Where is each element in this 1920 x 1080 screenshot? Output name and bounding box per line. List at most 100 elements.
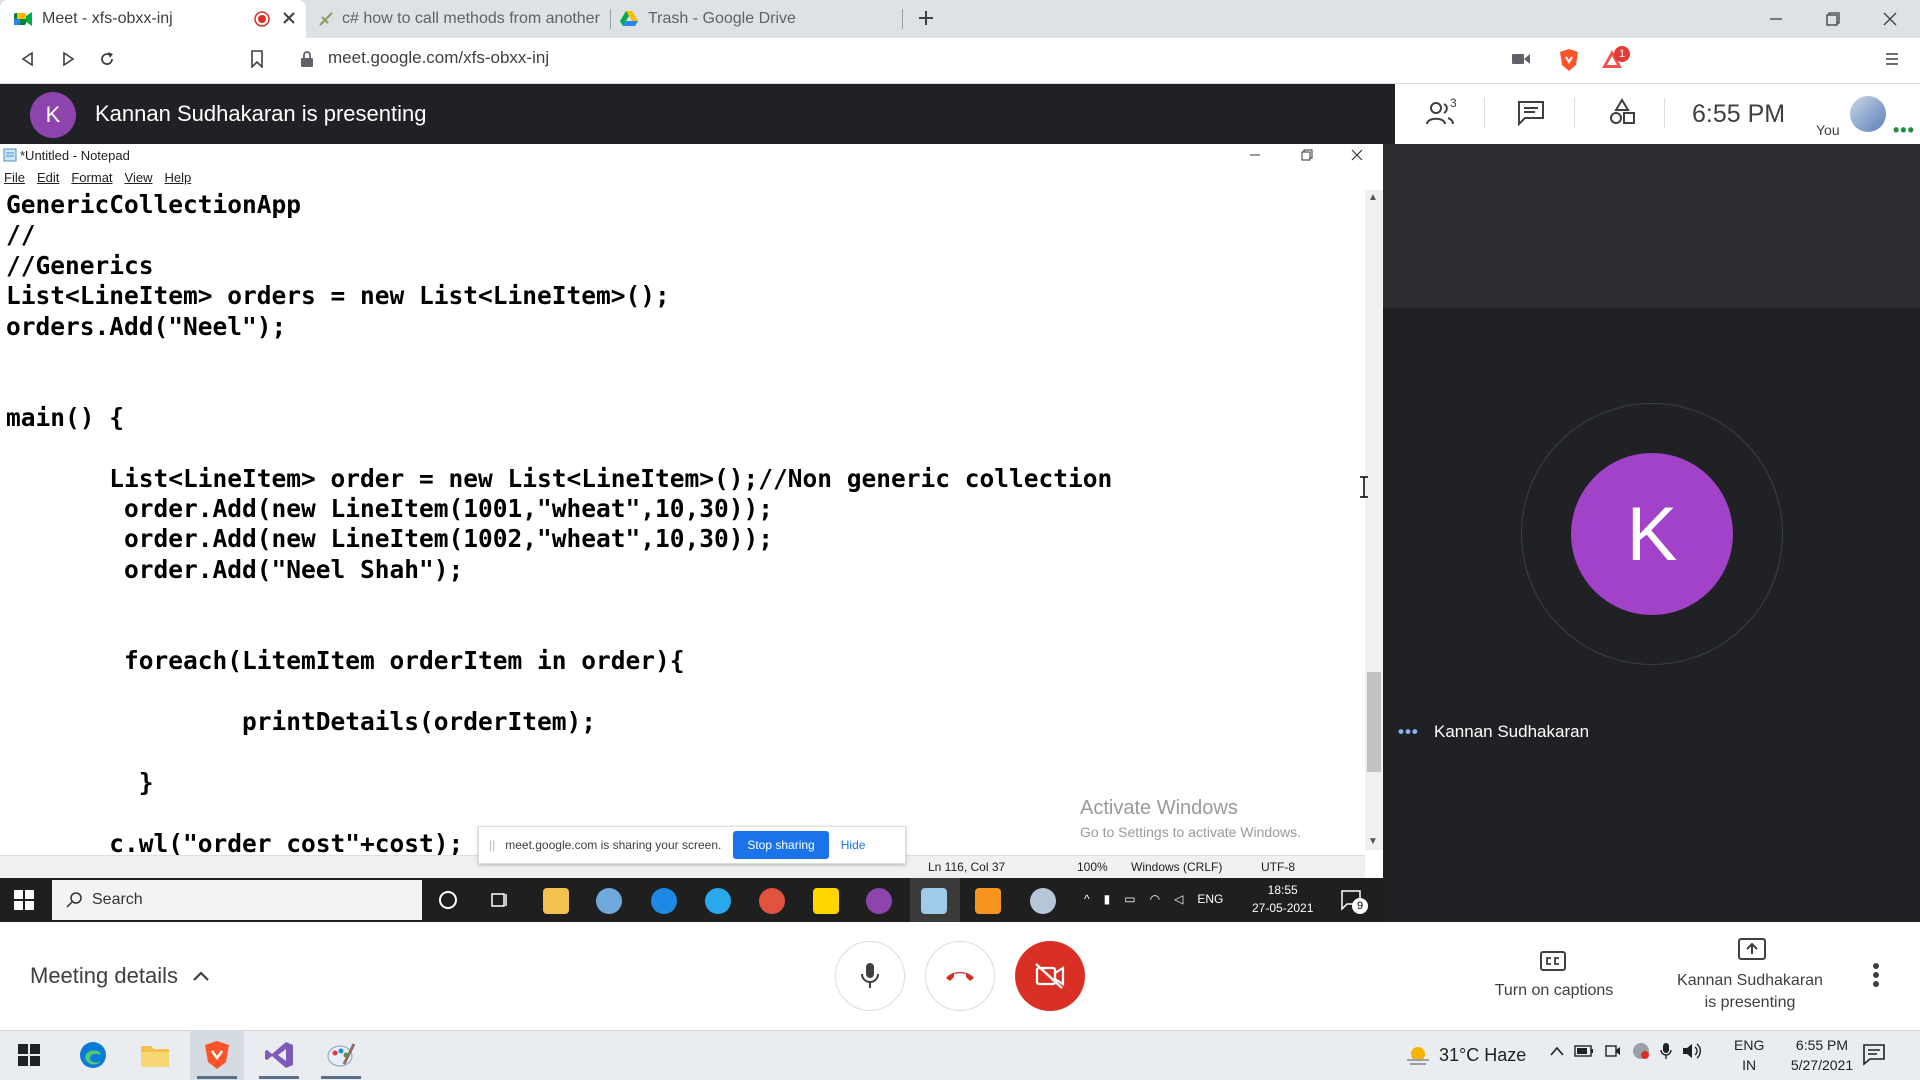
notepad-minimize-icon[interactable] [1248, 148, 1262, 162]
tab-google-drive[interactable]: Trash - Google Drive [612, 0, 902, 38]
close-tab-icon[interactable] [282, 11, 296, 25]
notepad-text-area[interactable]: GenericCollectionApp////Generics List<Lin… [6, 190, 1112, 859]
visual-studio-icon[interactable] [262, 1038, 296, 1072]
self-avatar[interactable] [1850, 96, 1886, 132]
reload-icon[interactable] [98, 50, 116, 68]
chrome-profile-icon[interactable] [866, 888, 892, 914]
edge-icon[interactable] [76, 1038, 110, 1072]
hang-up-icon [944, 969, 976, 983]
forward-icon[interactable] [60, 51, 76, 67]
chrome-tray-icon[interactable] [1632, 1042, 1650, 1060]
recording-icon [254, 11, 270, 27]
more-options-icon[interactable] [1872, 962, 1880, 988]
code-line: order.Add(new LineItem(1001,"wheat",10,3… [6, 494, 774, 524]
menu-format[interactable]: Format [71, 170, 112, 185]
tray-mic-icon[interactable]: ▮ [1104, 892, 1111, 906]
system-clock[interactable]: 6:55 PM 5/27/2021 [1776, 1035, 1868, 1075]
cortana-icon[interactable] [438, 890, 458, 910]
lock-icon[interactable] [300, 50, 314, 68]
drag-handle-icon[interactable]: || [489, 838, 495, 852]
sticky-notes-icon[interactable] [813, 888, 839, 914]
hide-banner-button[interactable]: Hide [841, 838, 866, 852]
remote-search-box[interactable]: Search [52, 880, 422, 920]
minimize-window-icon[interactable] [1748, 0, 1804, 38]
tray-wifi-icon[interactable]: ◠ [1150, 892, 1160, 906]
captions-button[interactable]: Turn on captions [1480, 982, 1628, 1000]
input-language[interactable]: ENG IN [1734, 1035, 1764, 1075]
bookmark-icon[interactable] [250, 50, 264, 68]
running-indicator [259, 1076, 299, 1079]
stop-sharing-button[interactable]: Stop sharing [733, 831, 829, 859]
new-tab-icon[interactable] [916, 8, 936, 28]
tray-volume-icon[interactable]: ◁ [1174, 892, 1183, 906]
text-cursor-icon [1358, 476, 1370, 498]
tray-lang[interactable]: ENG [1197, 892, 1223, 906]
start-icon[interactable] [12, 1038, 46, 1072]
microphone-button[interactable] [835, 941, 905, 1011]
tab-stackoverflow[interactable]: c# how to call methods from another [310, 0, 610, 38]
leave-call-button[interactable] [925, 941, 995, 1011]
code-line: order.Add(new LineItem(1002,"wheat",10,3… [6, 524, 774, 554]
browser-menu-icon[interactable] [1884, 51, 1900, 67]
volume-icon[interactable] [1682, 1042, 1702, 1060]
battery-icon[interactable] [1574, 1045, 1594, 1057]
app-icon[interactable] [596, 888, 622, 914]
tab-meet[interactable]: Meet - xfs-obxx-inj [0, 0, 306, 38]
tray-chevron-icon[interactable] [1550, 1046, 1564, 1056]
microphone-tray-icon[interactable] [1660, 1042, 1672, 1060]
remote-clock[interactable]: 18:55 27-05-2021 [1252, 881, 1313, 917]
remote-start-icon[interactable] [14, 890, 34, 910]
presenting-status-button[interactable]: Kannan Sudhakaran is presenting [1665, 970, 1835, 1014]
present-screen-icon[interactable] [1738, 938, 1766, 962]
edge-icon[interactable] [651, 888, 677, 914]
tab-title: Meet - xfs-obxx-inj [42, 10, 173, 27]
notification-center-icon[interactable] [1862, 1042, 1886, 1066]
meeting-details-label: Meeting details [30, 963, 178, 988]
paint-icon[interactable] [324, 1038, 358, 1072]
office-icon[interactable] [975, 888, 1001, 914]
back-icon[interactable] [20, 51, 36, 67]
menu-view[interactable]: View [125, 170, 153, 185]
notepad-title: *Untitled - Notepad [20, 148, 130, 163]
close-window-icon[interactable] [1862, 0, 1918, 38]
file-explorer-icon[interactable] [138, 1038, 172, 1072]
brave-shields-icon[interactable] [1558, 48, 1580, 72]
camera-in-use-icon[interactable] [1512, 52, 1530, 66]
activities-icon[interactable] [1608, 98, 1636, 126]
task-view-icon[interactable] [490, 890, 510, 910]
menu-file[interactable]: File [4, 170, 25, 185]
menu-help[interactable]: Help [164, 170, 191, 185]
tray-chevron-icon[interactable]: ^ [1084, 892, 1090, 906]
meeting-details-button[interactable]: Meeting details [30, 963, 210, 989]
file-explorer-icon[interactable] [543, 888, 569, 914]
chrome-icon[interactable] [759, 888, 785, 914]
paint-icon[interactable] [1030, 888, 1056, 914]
scroll-up-icon[interactable]: ▲ [1368, 192, 1378, 203]
meet-tray-icon[interactable] [1604, 1042, 1622, 1060]
code-line: GenericCollectionApp [6, 190, 302, 219]
code-line: main() { [6, 402, 125, 432]
menu-edit[interactable]: Edit [37, 170, 59, 185]
notepad-restore-icon[interactable] [1300, 148, 1314, 162]
status-encoding: UTF-8 [1261, 860, 1295, 874]
scroll-down-icon[interactable]: ▼ [1368, 836, 1378, 847]
code-line: order.Add("Neel Shah"); [6, 554, 464, 584]
restore-window-icon[interactable] [1805, 0, 1861, 38]
telegram-icon[interactable] [705, 888, 731, 914]
notepad-scroll-thumb[interactable] [1367, 672, 1381, 772]
meet-clock: 6:55 PM [1692, 100, 1786, 128]
notepad-menu-bar: File Edit Format View Help [4, 170, 191, 185]
notepad-icon [921, 888, 947, 914]
address-bar[interactable]: meet.google.com/xfs-obxx-inj [328, 48, 549, 68]
notepad-close-icon[interactable] [1350, 148, 1364, 162]
tray-battery-icon[interactable]: ▭ [1124, 892, 1135, 906]
closed-captions-icon[interactable] [1540, 950, 1566, 972]
participant-name: Kannan Sudhakaran [1434, 722, 1590, 741]
header-divider [1574, 98, 1575, 128]
weather-widget[interactable]: 31°C Haze [1405, 1044, 1526, 1066]
tab-separator [610, 9, 611, 29]
search-icon [66, 892, 82, 908]
chat-icon[interactable] [1517, 100, 1545, 126]
camera-toggle-button[interactable] [1015, 941, 1085, 1011]
